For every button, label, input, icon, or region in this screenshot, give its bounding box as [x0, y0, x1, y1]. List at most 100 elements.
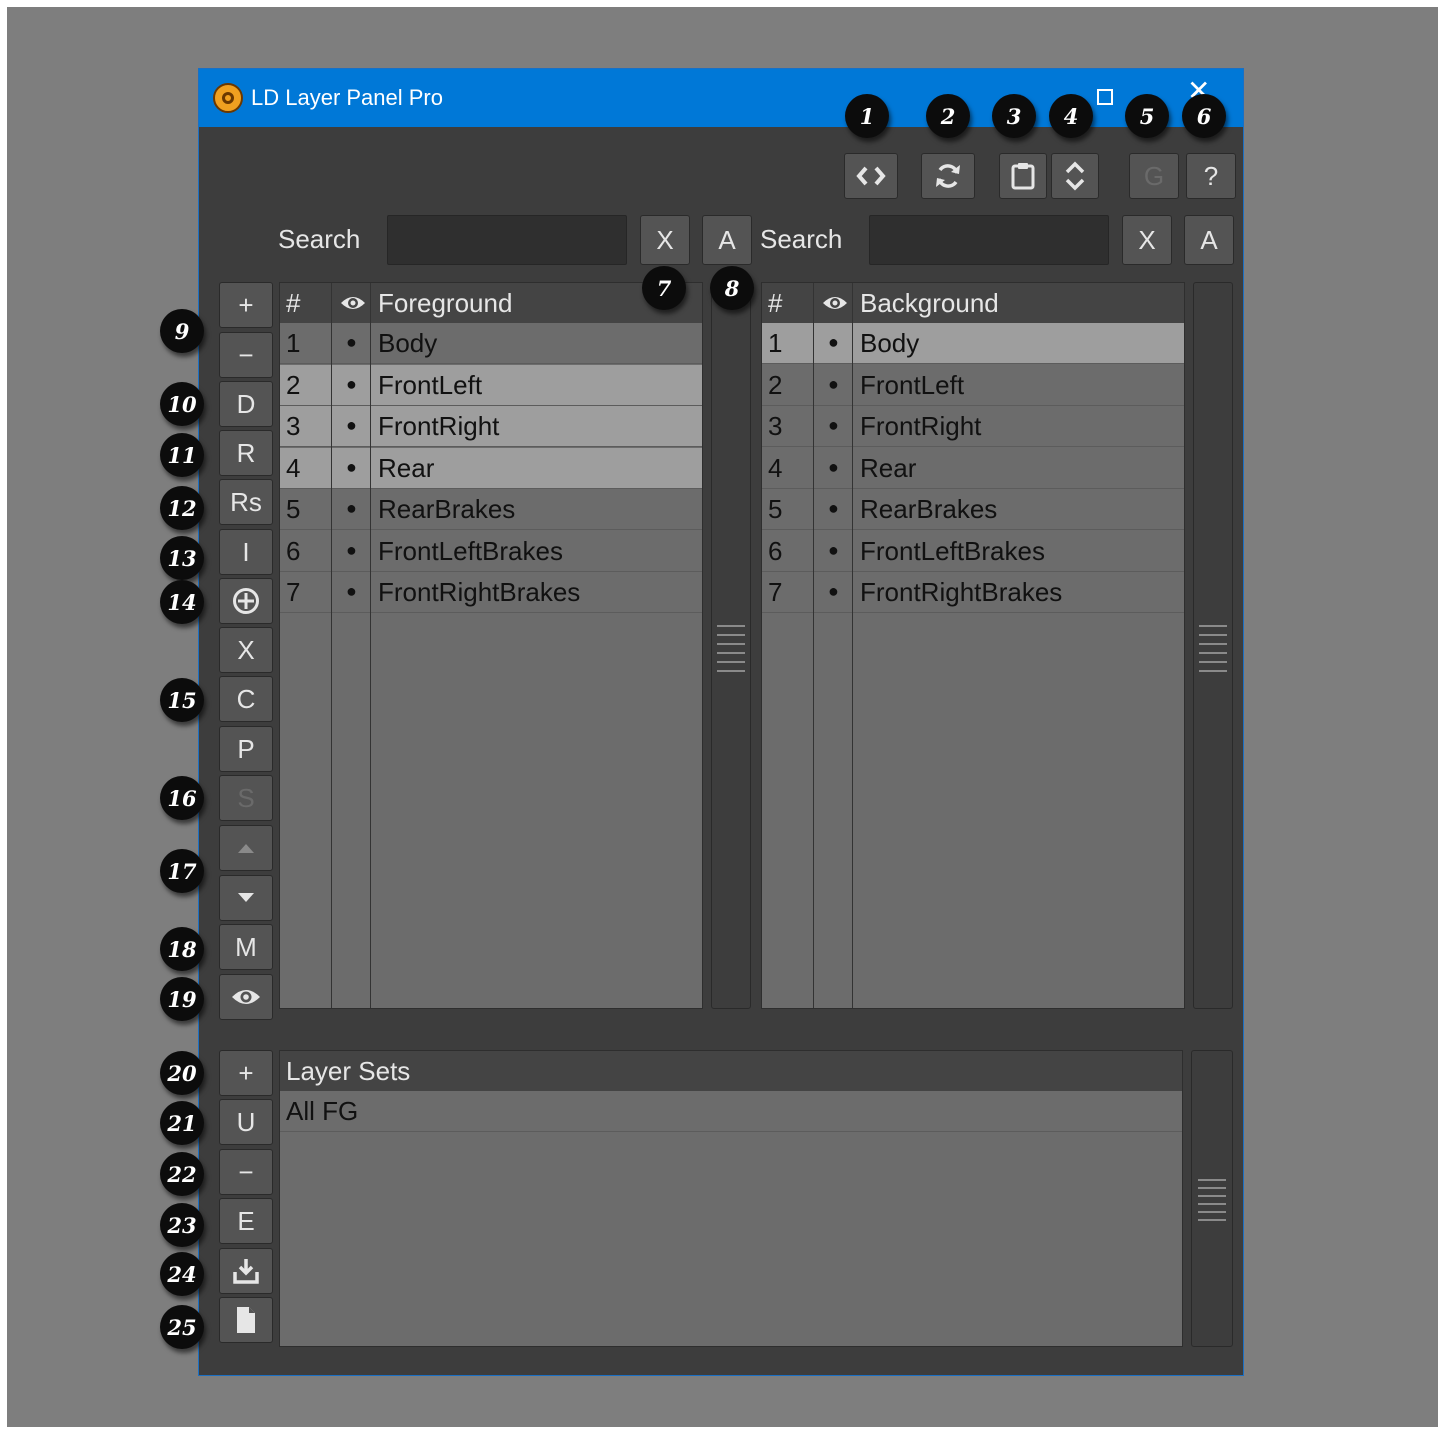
add-layer-button[interactable]: +: [219, 282, 273, 328]
foreground-scrollbar[interactable]: [711, 282, 751, 1009]
layer-row[interactable]: 2 ● FrontLeft: [762, 365, 1184, 406]
layer-sets-header: Layer Sets: [280, 1051, 1182, 1091]
help-button[interactable]: ?: [1186, 153, 1236, 199]
callout-badge: 11: [160, 433, 204, 477]
layer-sets-list[interactable]: Layer Sets All FG: [279, 1050, 1183, 1347]
edit-set-button[interactable]: E: [219, 1198, 273, 1244]
bg-search-all-button[interactable]: A: [1184, 215, 1234, 265]
remove-layer-button[interactable]: −: [219, 332, 273, 378]
callout-badge: 25: [160, 1305, 204, 1349]
bg-col-number: #: [768, 288, 783, 318]
arrow-up-icon: [238, 844, 254, 853]
bg-search-input[interactable]: [869, 215, 1109, 265]
callout-badge: 10: [160, 382, 204, 426]
move-down-button[interactable]: [219, 875, 273, 921]
layer-row[interactable]: 3 ● FrontRight: [762, 406, 1184, 447]
layer-name: Rear: [860, 452, 917, 483]
layer-number: 6: [286, 535, 301, 566]
eye-icon[interactable]: [340, 294, 366, 312]
layer-name: FrontRight: [860, 411, 982, 441]
import-set-button[interactable]: [219, 1248, 273, 1294]
layer-number: 7: [768, 577, 783, 607]
paste-layer-button[interactable]: P: [219, 726, 273, 772]
layer-number: 3: [768, 411, 783, 441]
visibility-dot[interactable]: ●: [346, 415, 357, 436]
layer-number: 5: [286, 494, 301, 524]
remove-set-button[interactable]: −: [219, 1149, 273, 1195]
d-button[interactable]: D: [219, 381, 273, 427]
r-button[interactable]: R: [219, 430, 273, 476]
bg-search-clear-button[interactable]: X: [1122, 215, 1172, 265]
layer-row[interactable]: 1 ● Body: [762, 323, 1184, 364]
callout-badge: 8: [710, 266, 754, 310]
layer-name: FrontRightBrakes: [860, 577, 1063, 607]
copy-button[interactable]: C: [219, 676, 273, 722]
eye-icon[interactable]: [822, 294, 848, 312]
fg-search-input[interactable]: [387, 215, 627, 265]
visibility-dot[interactable]: ●: [346, 498, 357, 519]
swap-layers-button[interactable]: [844, 153, 898, 199]
visibility-dot[interactable]: ●: [828, 457, 839, 478]
layer-number: 1: [286, 328, 301, 358]
fg-col-title: Foreground: [378, 288, 513, 318]
update-set-button[interactable]: U: [219, 1099, 273, 1145]
refresh-button[interactable]: [921, 153, 975, 199]
layer-row[interactable]: 5 ● RearBrakes: [280, 489, 702, 530]
foreground-list[interactable]: # Foreground 1 ● Body 2 ● FrontLeft 3 ● FrontRig…: [279, 282, 703, 1009]
background-list[interactable]: # Background 1 ● Body 2 ● FrontLeft 3 ● FrontRig…: [761, 282, 1185, 1009]
bg-search-label: Search: [760, 224, 843, 254]
layer-row[interactable]: 4 ● Rear: [280, 447, 702, 489]
layer-row[interactable]: 7 ● FrontRightBrakes: [762, 572, 1184, 613]
visibility-dot[interactable]: ●: [828, 581, 839, 602]
foreground-header: # Foreground: [280, 283, 702, 323]
visibility-dot[interactable]: ●: [828, 332, 839, 353]
maximize-button[interactable]: [1097, 89, 1113, 105]
x-button[interactable]: X: [219, 627, 273, 673]
g-button[interactable]: G: [1129, 153, 1179, 199]
visibility-dot[interactable]: ●: [346, 581, 357, 602]
export-set-button[interactable]: [219, 1297, 273, 1343]
layer-row[interactable]: 2 ● FrontLeft: [280, 364, 702, 406]
background-scrollbar[interactable]: [1193, 282, 1233, 1009]
fg-search-clear-button[interactable]: X: [640, 215, 690, 265]
visibility-dot[interactable]: ●: [828, 498, 839, 519]
rs-button[interactable]: Rs: [219, 479, 273, 525]
visibility-dot[interactable]: ●: [346, 332, 357, 353]
callout-badge: 5: [1125, 94, 1169, 138]
layer-sets-scrollbar[interactable]: [1191, 1050, 1233, 1347]
layer-number: 1: [768, 328, 783, 358]
code-swap-icon: [856, 166, 886, 186]
visibility-button[interactable]: [219, 974, 273, 1020]
visibility-dot[interactable]: ●: [346, 457, 357, 478]
layer-row[interactable]: 3 ● FrontRight: [280, 406, 702, 447]
refresh-icon: [936, 164, 960, 188]
callout-badge: 19: [160, 977, 204, 1021]
layer-row[interactable]: 6 ● FrontLeftBrakes: [762, 531, 1184, 572]
expand-collapse-button[interactable]: [1051, 153, 1099, 199]
layer-row[interactable]: 4 ● Rear: [762, 448, 1184, 489]
add-set-button[interactable]: +: [219, 1050, 273, 1096]
visibility-dot[interactable]: ●: [828, 415, 839, 436]
layer-set-item[interactable]: All FG: [280, 1091, 1182, 1132]
layer-name: FrontRightBrakes: [378, 577, 581, 607]
column-divider: [813, 283, 814, 1008]
visibility-dot[interactable]: ●: [828, 374, 839, 395]
column-divider: [370, 283, 371, 1008]
visibility-dot[interactable]: ●: [828, 540, 839, 561]
layer-row[interactable]: 1 ● Body: [280, 323, 702, 364]
visibility-dot[interactable]: ●: [346, 374, 357, 395]
fg-search-all-button[interactable]: A: [702, 215, 752, 265]
layer-row[interactable]: 6 ● FrontLeftBrakes: [280, 531, 702, 572]
target-button[interactable]: [219, 578, 273, 624]
paste-button[interactable]: [999, 153, 1047, 199]
expand-collapse-icon: [1065, 161, 1085, 191]
move-up-button[interactable]: [219, 825, 273, 871]
layer-row[interactable]: 5 ● RearBrakes: [762, 489, 1184, 530]
m-button[interactable]: M: [219, 924, 273, 970]
i-button[interactable]: I: [219, 529, 273, 575]
s-button[interactable]: S: [219, 775, 273, 821]
crosshair-icon: [233, 588, 259, 614]
visibility-dot[interactable]: ●: [346, 540, 357, 561]
layer-row[interactable]: 7 ● FrontRightBrakes: [280, 572, 702, 613]
layer-set-name: All FG: [286, 1096, 359, 1126]
